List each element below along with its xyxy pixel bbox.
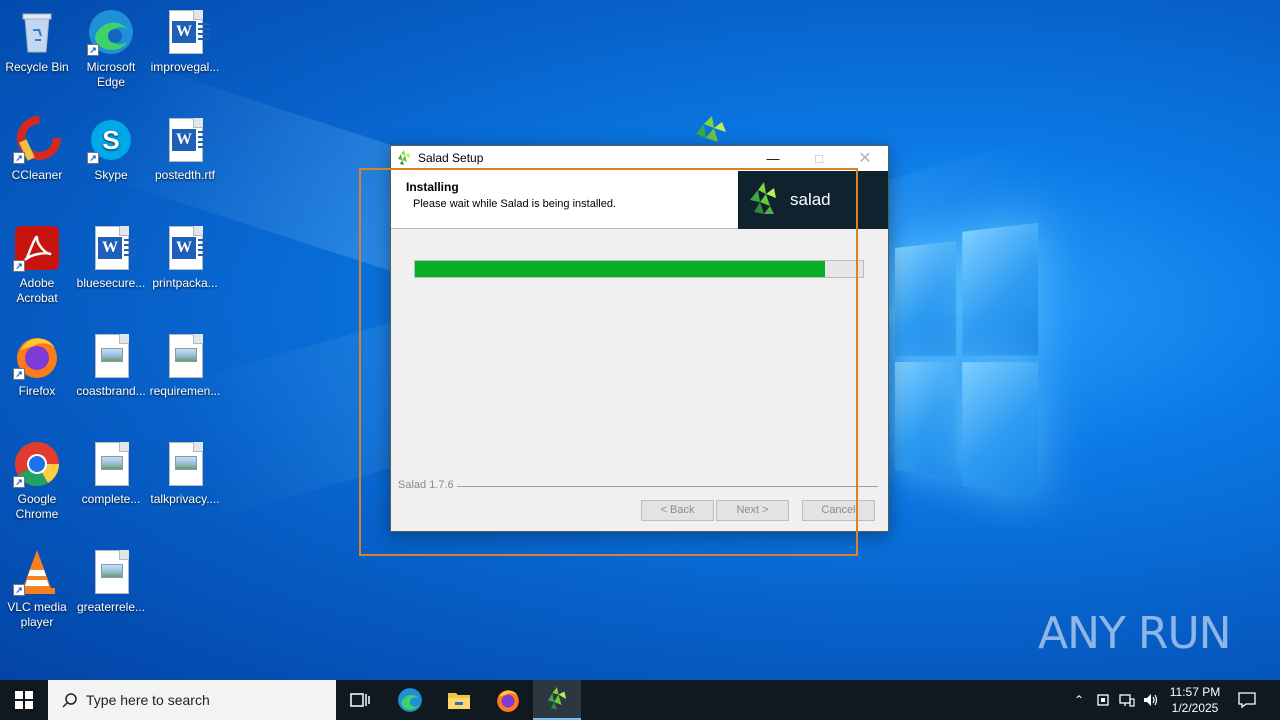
maximize-button[interactable]: □ xyxy=(796,146,842,170)
desktop-icon-label: coastbrand... xyxy=(76,384,146,398)
tray-device-icon[interactable] xyxy=(1092,680,1114,720)
window-title: Salad Setup xyxy=(418,151,484,165)
folder-icon xyxy=(448,693,470,709)
chevron-up-icon: ⌃ xyxy=(1073,693,1085,707)
desktop-icon-talkprivacy[interactable]: talkprivacy.... xyxy=(148,440,222,507)
desktop-icon-postedth[interactable]: W postedth.rtf xyxy=(148,116,222,183)
desktop-icon-label: Microsoft Edge xyxy=(86,60,136,89)
ccleaner-icon: ↗ xyxy=(13,116,61,164)
salad-app-icon xyxy=(396,150,412,166)
windows-start-icon xyxy=(15,691,33,709)
desktop-icon-label: Google Chrome xyxy=(15,492,59,521)
desktop-icon-adobe-acrobat[interactable]: ↗ Adobe Acrobat xyxy=(0,224,74,306)
start-button[interactable] xyxy=(0,680,48,720)
taskbar-clock[interactable]: 11:57 PM 1/2/2025 xyxy=(1160,684,1230,716)
minimize-button[interactable]: — xyxy=(750,146,796,170)
title-bar[interactable]: Salad Setup — □ ✕ xyxy=(391,146,888,170)
salad-app-icon xyxy=(548,687,566,710)
search-icon xyxy=(62,693,77,708)
desktop-icon-bluesecure[interactable]: W bluesecure... xyxy=(74,224,148,291)
desktop-icon-improvegal[interactable]: W improvegal... xyxy=(148,8,222,75)
desktop-icon-label: bluesecure... xyxy=(76,276,146,290)
word-document-icon: W xyxy=(161,8,210,56)
anyrun-watermark: ANY RUN xyxy=(1038,608,1232,659)
desktop-icon-recycle-bin[interactable]: Recycle Bin xyxy=(0,8,74,75)
desktop-icon-label: greaterrele... xyxy=(76,600,146,614)
clock-time: 11:57 PM xyxy=(1169,685,1221,699)
tray-overflow-button[interactable]: ⌃ xyxy=(1068,680,1090,720)
taskbar-edge[interactable] xyxy=(386,680,434,720)
desktop-icon-ccleaner[interactable]: ↗ CCleaner xyxy=(0,116,74,183)
taskbar-file-explorer[interactable] xyxy=(435,680,483,720)
adobe-acrobat-icon: ↗ xyxy=(13,224,61,272)
desktop-icon-label: requiremen... xyxy=(149,384,221,398)
device-icon xyxy=(1097,694,1109,706)
action-center-button[interactable] xyxy=(1232,680,1262,720)
salad-desktop-logo xyxy=(696,116,726,142)
desktop-icon-skype[interactable]: S ↗ Skype xyxy=(74,116,148,183)
desktop-icon-label: Firefox xyxy=(18,384,56,398)
desktop-icon-coastbrand[interactable]: coastbrand... xyxy=(74,332,148,399)
close-button[interactable]: ✕ xyxy=(842,146,888,170)
desktop-icon-label: VLC media player xyxy=(7,600,67,629)
desktop-icon-complete[interactable]: complete... xyxy=(74,440,148,507)
desktop-icon-label: printpacka... xyxy=(152,276,218,290)
desktop-icon-microsoft-edge[interactable]: ↗ Microsoft Edge xyxy=(74,8,148,90)
skype-icon: S ↗ xyxy=(87,116,135,164)
word-document-icon: W xyxy=(161,224,210,272)
desktop-icon-greaterrele[interactable]: greaterrele... xyxy=(74,548,148,615)
desktop-icon-firefox[interactable]: ↗ Firefox xyxy=(0,332,74,399)
image-file-icon xyxy=(87,332,135,380)
clock-date: 1/2/2025 xyxy=(1171,701,1219,715)
search-placeholder: Type here to search xyxy=(86,692,210,708)
volume-icon xyxy=(1144,694,1158,706)
desktop-icon-google-chrome[interactable]: ↗ Google Chrome xyxy=(0,440,74,522)
desktop-icon-label: improvegal... xyxy=(150,60,220,74)
desktop-icon-printpacka[interactable]: W printpacka... xyxy=(148,224,222,291)
vlc-icon: ↗ xyxy=(13,548,61,596)
desktop-icon-label: talkprivacy.... xyxy=(150,492,220,506)
image-file-icon xyxy=(161,332,209,380)
image-file-icon xyxy=(87,548,135,596)
chrome-icon: ↗ xyxy=(13,440,61,488)
desktop-icon-label: Recycle Bin xyxy=(5,60,69,74)
svg-text:S: S xyxy=(102,125,119,155)
taskbar: Type here to search ⌃ 11:57 PM 1/2/2025 xyxy=(0,680,1280,720)
desktop-icon-label: postedth.rtf xyxy=(154,168,216,182)
taskbar-salad-setup[interactable] xyxy=(533,680,581,720)
desktop-icon-vlc[interactable]: ↗ VLC media player xyxy=(0,548,74,630)
desktop-icon-label: complete... xyxy=(81,492,141,506)
notification-icon xyxy=(1238,692,1256,708)
firefox-icon: ↗ xyxy=(13,332,61,380)
network-icon xyxy=(1119,694,1135,707)
tray-network-icon[interactable] xyxy=(1116,680,1138,720)
task-view-icon xyxy=(350,693,370,707)
taskbar-firefox[interactable] xyxy=(484,680,532,720)
taskbar-search[interactable]: Type here to search xyxy=(48,680,336,720)
word-document-icon: W xyxy=(161,116,210,164)
highlight-frame xyxy=(359,168,858,556)
firefox-icon xyxy=(497,690,519,712)
recycle-bin-icon xyxy=(13,8,61,56)
tray-volume-icon[interactable] xyxy=(1140,680,1162,720)
desktop-icon-label: CCleaner xyxy=(11,168,63,182)
task-view-button[interactable] xyxy=(336,680,384,720)
edge-icon: ↗ xyxy=(87,8,135,56)
edge-icon xyxy=(398,688,422,712)
desktop-icon-requiremen[interactable]: requiremen... xyxy=(148,332,222,399)
image-file-icon xyxy=(87,440,135,488)
desktop-icon-label: Adobe Acrobat xyxy=(16,276,58,305)
desktop-icon-label: Skype xyxy=(94,168,128,182)
word-document-icon: W xyxy=(87,224,136,272)
windows-logo-wallpaper xyxy=(895,222,1039,498)
image-file-icon xyxy=(161,440,209,488)
